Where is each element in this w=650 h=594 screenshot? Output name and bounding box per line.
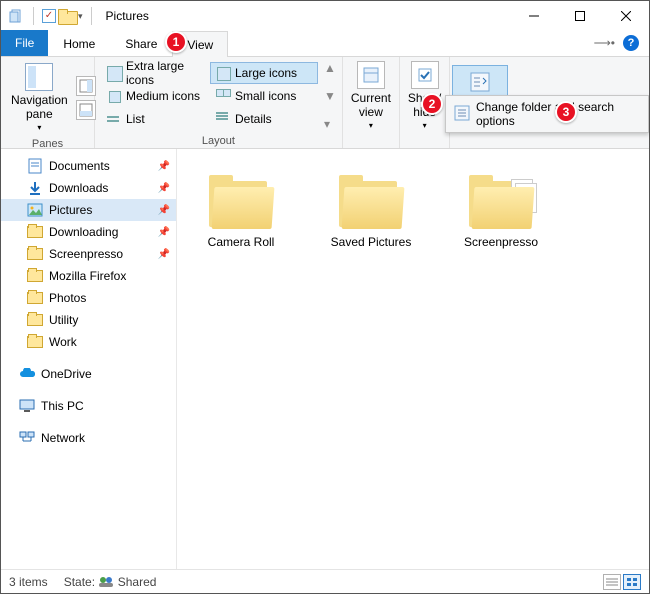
current-view-label: Current view xyxy=(351,91,391,119)
pin-icon: 📌 xyxy=(158,227,170,238)
maximize-button[interactable] xyxy=(557,1,603,31)
onedrive-icon xyxy=(19,366,35,382)
sidebar-item-onedrive[interactable]: OneDrive xyxy=(1,363,176,385)
navigation-pane-button[interactable]: Navigation pane ▾ xyxy=(7,61,72,134)
folder-icon xyxy=(27,268,43,284)
tab-share[interactable]: Share xyxy=(110,30,172,56)
layout-extra-large[interactable]: Extra large icons xyxy=(101,62,209,84)
list-icon xyxy=(107,112,121,126)
navigation-pane-label: Navigation pane xyxy=(11,93,68,121)
layout-medium[interactable]: Medium icons xyxy=(101,85,209,107)
sidebar-item-documents[interactable]: Documents📌 xyxy=(1,155,176,177)
content-area: Documents📌 Downloads📌 Pictures📌 Download… xyxy=(1,149,649,569)
status-item-count: 3 items xyxy=(9,575,48,589)
change-folder-options-icon xyxy=(454,105,470,124)
extra-large-icons-icon xyxy=(107,66,121,80)
view-details-button[interactable] xyxy=(603,574,621,590)
options-submenu: Change folder and search options xyxy=(445,95,649,133)
folder-screenpresso[interactable]: Screenpresso xyxy=(451,175,551,249)
folder-view[interactable]: Camera Roll Saved Pictures Screenpresso xyxy=(177,149,649,569)
network-icon xyxy=(19,430,35,446)
sidebar-item-thispc[interactable]: This PC xyxy=(1,395,176,417)
folder-icon xyxy=(335,175,407,231)
annotation-2: 2 xyxy=(421,93,443,115)
layout-scroll-up-icon[interactable]: ▲ xyxy=(324,61,336,75)
status-state: State: Shared xyxy=(64,575,157,589)
folder-icon xyxy=(205,175,277,231)
minimize-button[interactable] xyxy=(511,1,557,31)
folder-icon xyxy=(27,312,43,328)
folder-icon xyxy=(27,334,43,350)
current-view-icon xyxy=(357,61,385,89)
pin-icon: 📌 xyxy=(158,183,170,194)
pin-icon: 📌 xyxy=(158,249,170,260)
details-icon xyxy=(216,112,230,126)
folder-camera-roll[interactable]: Camera Roll xyxy=(191,175,291,249)
small-icons-icon xyxy=(216,89,230,103)
layout-details[interactable]: Details xyxy=(210,108,318,130)
qat-dropdown-icon[interactable]: ▾ xyxy=(78,11,83,22)
folder-icon xyxy=(27,290,43,306)
show-hide-icon xyxy=(411,61,439,89)
sidebar-item-utility[interactable]: Utility xyxy=(1,309,176,331)
view-large-icons-button[interactable] xyxy=(623,574,641,590)
folder-label: Camera Roll xyxy=(208,235,275,249)
layout-expand-icon[interactable]: ▾ xyxy=(324,117,336,131)
current-view-button[interactable]: Current view▾ xyxy=(345,59,397,132)
sidebar-item-network[interactable]: Network xyxy=(1,427,176,449)
qat-properties-icon[interactable]: ✓ xyxy=(42,9,56,23)
sidebar-item-photos[interactable]: Photos xyxy=(1,287,176,309)
documents-icon xyxy=(27,158,43,174)
pin-icon: 📌 xyxy=(158,205,170,216)
folder-saved-pictures[interactable]: Saved Pictures xyxy=(321,175,421,249)
sidebar-item-work[interactable]: Work xyxy=(1,331,176,353)
layout-small[interactable]: Small icons xyxy=(210,85,318,107)
downloads-icon xyxy=(27,180,43,196)
chevron-down-icon: ▾ xyxy=(37,123,41,132)
sidebar-item-screenpresso[interactable]: Screenpresso📌 xyxy=(1,243,176,265)
sidebar-item-downloading[interactable]: Downloading📌 xyxy=(1,221,176,243)
layout-list[interactable]: List xyxy=(101,108,209,130)
large-icons-icon xyxy=(216,66,230,80)
layout-large[interactable]: Large icons xyxy=(210,62,318,84)
folder-label: Screenpresso xyxy=(464,235,538,249)
annotation-3: 3 xyxy=(555,101,577,123)
medium-icons-icon xyxy=(107,89,121,103)
close-button[interactable] xyxy=(603,1,649,31)
folder-label: Saved Pictures xyxy=(331,235,412,249)
layout-scroll-down-icon[interactable]: ▼ xyxy=(324,89,336,103)
explorer-window: 1 2 3 ✓ ▾ Pictures File Home Share View … xyxy=(0,0,650,594)
group-label-layout: Layout xyxy=(95,135,342,150)
group-label-panes: Panes xyxy=(1,138,94,153)
app-icon xyxy=(7,7,25,25)
titlebar: ✓ ▾ Pictures xyxy=(1,1,649,31)
tab-home[interactable]: Home xyxy=(48,30,110,56)
status-bar: 3 items State: Shared xyxy=(1,569,649,593)
pin-icon: 📌 xyxy=(158,161,170,172)
folder-icon xyxy=(465,175,537,231)
navigation-sidebar: Documents📌 Downloads📌 Pictures📌 Download… xyxy=(1,149,177,569)
sidebar-item-pictures[interactable]: Pictures📌 xyxy=(1,199,176,221)
folder-icon xyxy=(27,246,43,262)
ribbon-tabs: File Home Share View ⟶• ? xyxy=(1,31,649,57)
qat-folder-icon[interactable] xyxy=(58,7,76,25)
sidebar-item-firefox[interactable]: Mozilla Firefox xyxy=(1,265,176,287)
pictures-icon xyxy=(27,202,43,218)
tab-file[interactable]: File xyxy=(1,30,48,56)
annotation-1: 1 xyxy=(165,31,187,53)
folder-icon xyxy=(27,224,43,240)
this-pc-icon xyxy=(19,398,35,414)
details-pane-icon[interactable] xyxy=(76,100,96,120)
minimize-ribbon-icon[interactable]: ⟶• xyxy=(594,36,615,50)
help-icon[interactable]: ? xyxy=(623,35,639,51)
preview-pane-icon[interactable] xyxy=(76,76,96,96)
navigation-pane-icon xyxy=(25,63,53,91)
options-icon xyxy=(466,68,494,96)
sidebar-item-downloads[interactable]: Downloads📌 xyxy=(1,177,176,199)
window-title: Pictures xyxy=(100,9,149,23)
